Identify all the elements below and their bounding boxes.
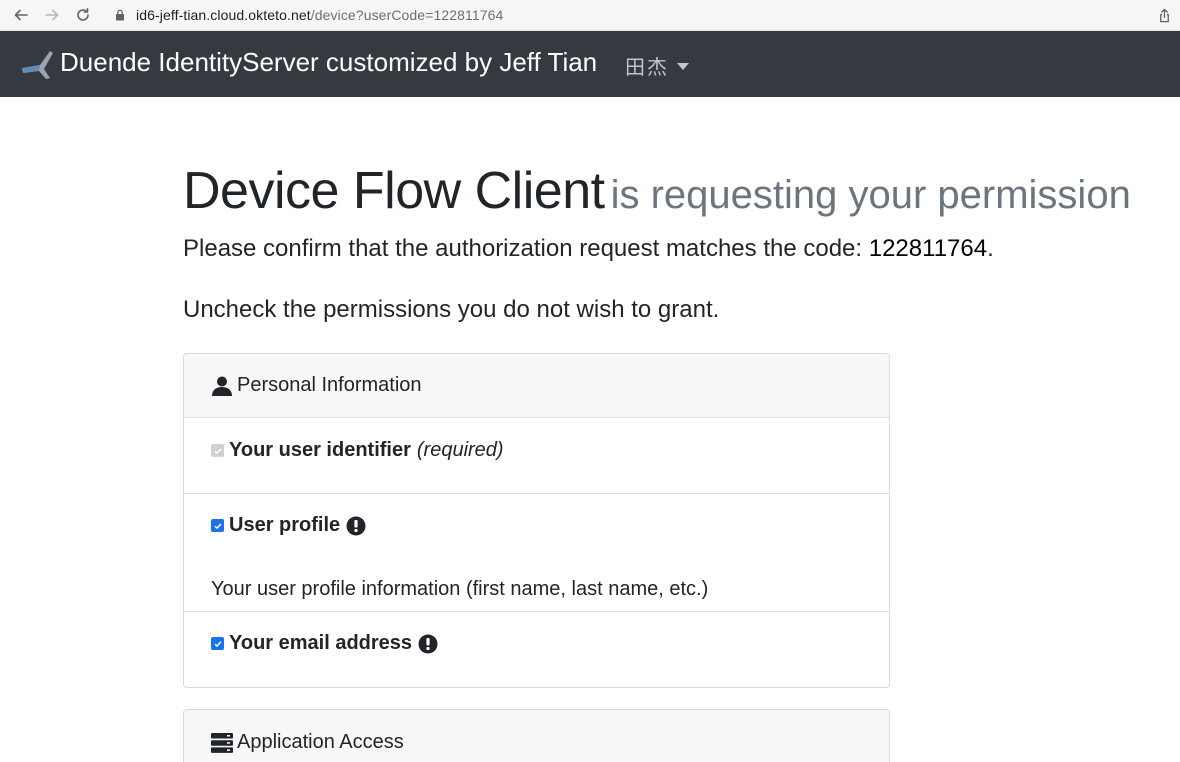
api-card-header: Application Access xyxy=(184,710,889,762)
required-label: (required) xyxy=(416,439,504,461)
identity-scopes-card: Personal Information Your user identifie… xyxy=(183,353,890,688)
server-icon xyxy=(211,732,233,753)
address-bar[interactable]: id6-jeff-tian.cloud.okteto.net/device?us… xyxy=(106,3,1146,27)
scope-checkbox-profile[interactable] xyxy=(211,519,224,532)
user-dropdown[interactable]: 田杰 xyxy=(625,51,689,80)
confirm-code-text: Please confirm that the authorization re… xyxy=(183,235,994,263)
scope-description: Your user profile information (first nam… xyxy=(211,578,709,600)
lock-icon xyxy=(116,9,124,21)
exclamation-sign-icon xyxy=(346,516,366,535)
arrow-left-icon xyxy=(14,9,28,21)
duende-logo-icon xyxy=(22,51,53,79)
browser-toolbar: id6-jeff-tian.cloud.okteto.net/device?us… xyxy=(0,0,1180,31)
scope-name: Your email address xyxy=(229,632,413,654)
share-button[interactable] xyxy=(1154,5,1174,25)
identity-card-title: Personal Information xyxy=(237,374,422,396)
scope-name: User profile xyxy=(229,514,341,536)
confirm-prefix: Please confirm that the authorization re… xyxy=(183,235,863,262)
client-name: Device Flow Client xyxy=(183,162,605,220)
scope-item-openid: Your user identifier (required) xyxy=(184,418,889,494)
arrow-right-icon xyxy=(45,9,59,21)
page-title: Device Flow Client is requesting your per… xyxy=(183,161,1131,221)
share-icon xyxy=(1159,8,1169,22)
requesting-text: is requesting your permission xyxy=(610,173,1131,217)
confirm-suffix: . xyxy=(987,235,994,262)
user-icon xyxy=(212,376,232,396)
identity-card-header: Personal Information xyxy=(184,354,889,418)
top-navbar: Duende IdentityServer customized by Jeff… xyxy=(0,31,1180,97)
exclamation-sign-icon xyxy=(418,634,438,653)
scope-checkbox-email[interactable] xyxy=(211,637,224,650)
url-host: id6-jeff-tian.cloud.okteto.net xyxy=(136,7,311,23)
brand-link[interactable]: Duende IdentityServer customized by Jeff… xyxy=(20,45,597,79)
scope-name: Your user identifier xyxy=(229,439,411,461)
forward-button[interactable] xyxy=(41,4,63,26)
url-text: id6-jeff-tian.cloud.okteto.net/device?us… xyxy=(136,7,503,23)
scope-checkbox-openid[interactable] xyxy=(211,444,224,457)
reload-icon xyxy=(77,8,89,21)
uncheck-instructions: Uncheck the permissions you do not wish … xyxy=(183,296,720,323)
caret-down-icon xyxy=(677,63,689,70)
api-scopes-card: Application Access xyxy=(183,709,890,762)
url-path: /device?userCode=122811764 xyxy=(310,7,504,23)
reload-button[interactable] xyxy=(72,4,94,26)
scope-item-email: Your email address xyxy=(184,612,889,687)
brand-title: Duende IdentityServer customized by Jeff… xyxy=(60,46,598,77)
back-button[interactable] xyxy=(10,4,32,26)
user-name: 田杰 xyxy=(625,55,669,79)
user-code: 122811764 xyxy=(868,235,988,262)
scope-item-profile: User profile Your user profile informati… xyxy=(184,494,889,612)
api-card-title: Application Access xyxy=(237,731,404,753)
